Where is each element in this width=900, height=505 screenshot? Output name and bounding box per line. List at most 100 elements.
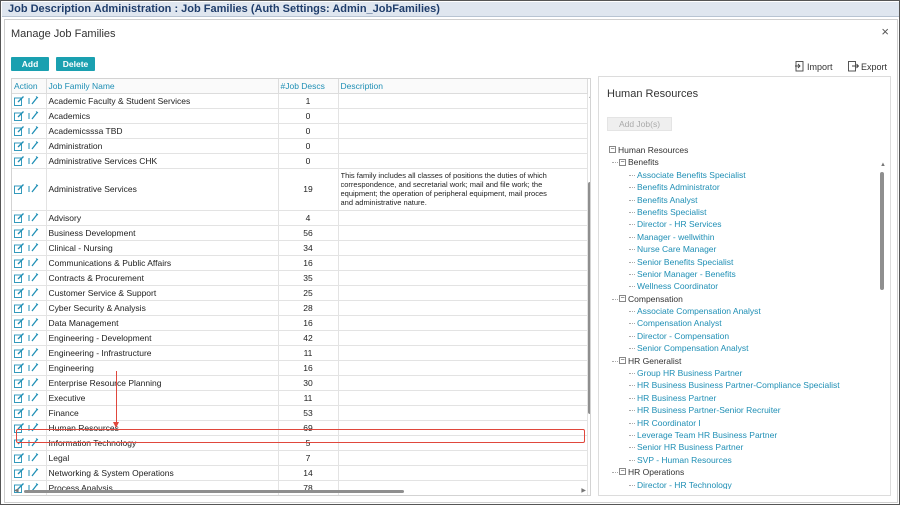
tree-job-item[interactable]: Benefits Administrator (609, 181, 877, 193)
tree-vertical-scrollbar[interactable]: ▲ ▼ (880, 162, 886, 495)
edit-icon[interactable] (14, 257, 25, 268)
job-family-name[interactable]: Finance (46, 405, 279, 421)
view-icon[interactable] (27, 392, 39, 403)
view-icon[interactable] (27, 125, 39, 136)
job-family-name[interactable]: Communications & Public Affairs (46, 255, 279, 271)
job-family-name[interactable]: Academicsssa TBD (46, 123, 279, 139)
table-row[interactable]: Customer Service & Support 25 (12, 285, 588, 301)
job-family-name[interactable]: Academics (46, 108, 279, 124)
scroll-right-icon[interactable]: ▶ (581, 487, 586, 494)
col-description-header[interactable]: Description (338, 79, 588, 94)
view-icon[interactable] (27, 362, 39, 373)
grid-vertical-scrollbar[interactable]: ▲ (588, 94, 590, 492)
edit-icon[interactable] (14, 452, 25, 463)
view-icon[interactable] (27, 377, 39, 388)
tree-job-item[interactable]: Benefits Analyst (609, 194, 877, 206)
edit-icon[interactable] (14, 242, 25, 253)
collapse-icon[interactable]: − (609, 146, 616, 154)
job-family-name[interactable]: Advisory (46, 210, 279, 226)
table-row[interactable]: Enterprise Resource Planning 30 (12, 375, 588, 391)
job-family-name[interactable]: Academic Faculty & Student Services (46, 93, 279, 109)
tree-job-item[interactable]: Compensation Analyst (609, 317, 877, 329)
scroll-up-icon[interactable]: ▲ (588, 94, 590, 100)
table-row[interactable]: Networking & System Operations 14 (12, 465, 588, 481)
table-row[interactable]: Administrative Services CHK 0 (12, 153, 588, 169)
edit-icon[interactable] (14, 437, 25, 448)
view-icon[interactable] (27, 272, 39, 283)
table-row[interactable]: Engineering 16 (12, 360, 588, 376)
edit-icon[interactable] (14, 140, 25, 151)
job-family-name[interactable]: Engineering - Infrastructure (46, 345, 279, 361)
edit-icon[interactable] (14, 347, 25, 358)
edit-icon[interactable] (14, 332, 25, 343)
tree-job-item[interactable]: HR Business Partner-Senior Recruiter (609, 404, 877, 416)
view-icon[interactable] (27, 242, 39, 253)
view-icon[interactable] (27, 467, 39, 478)
collapse-icon[interactable]: − (619, 468, 626, 476)
export-button[interactable]: Export (848, 61, 887, 72)
tree-job-item[interactable]: Benefits Specialist (609, 206, 877, 218)
job-family-name[interactable]: Human Resources (46, 420, 279, 436)
view-icon[interactable] (27, 287, 39, 298)
job-family-name[interactable]: Administration (46, 138, 279, 154)
tree-group-node[interactable]: − HR Operations (609, 466, 877, 478)
tree-job-item[interactable]: Director - HR Services (609, 218, 877, 230)
view-icon[interactable] (27, 257, 39, 268)
grid-horizontal-scrollbar[interactable]: ◀ ▶ (14, 487, 586, 494)
edit-icon[interactable] (14, 467, 25, 478)
table-row[interactable]: Academic Faculty & Student Services 1 (12, 93, 588, 109)
collapse-icon[interactable]: − (619, 356, 626, 364)
table-row[interactable]: Engineering - Development 42 (12, 330, 588, 346)
view-icon[interactable] (27, 422, 39, 433)
close-icon[interactable]: × (881, 24, 889, 39)
tree-job-item[interactable]: Leverage Team HR Business Partner (609, 429, 877, 441)
edit-icon[interactable] (14, 422, 25, 433)
scroll-left-icon[interactable]: ◀ (14, 487, 19, 494)
table-row[interactable]: Academics 0 (12, 108, 588, 124)
tree-job-item[interactable]: HR Coordinator I (609, 417, 877, 429)
add-button[interactable]: Add (11, 57, 49, 71)
job-family-name[interactable]: Data Management (46, 315, 279, 331)
table-row[interactable]: Business Development 56 (12, 225, 588, 241)
add-jobs-button[interactable]: Add Job(s) (607, 117, 672, 131)
edit-icon[interactable] (14, 392, 25, 403)
edit-icon[interactable] (14, 125, 25, 136)
edit-icon[interactable] (14, 287, 25, 298)
tree-job-item[interactable]: Senior Compensation Analyst (609, 342, 877, 354)
edit-icon[interactable] (14, 95, 25, 106)
tree-job-item[interactable]: Senior HR Business Partner (609, 441, 877, 453)
tree-job-item[interactable]: SVP - Human Resources (609, 454, 877, 466)
col-name-header[interactable]: Job Family Name (46, 79, 279, 94)
col-count-header[interactable]: #Job Descs (278, 79, 339, 94)
view-icon[interactable] (27, 212, 39, 223)
job-family-name[interactable]: Business Development (46, 225, 279, 241)
edit-icon[interactable] (14, 302, 25, 313)
view-icon[interactable] (27, 317, 39, 328)
tree-job-item[interactable]: Associate Compensation Analyst (609, 305, 877, 317)
table-row[interactable]: Engineering - Infrastructure 11 (12, 345, 588, 361)
tree-scroll-up-icon[interactable]: ▲ (880, 162, 886, 168)
edit-icon[interactable] (14, 377, 25, 388)
grid-hscroll-thumb[interactable] (24, 490, 404, 493)
col-action-header[interactable]: Action (12, 79, 47, 94)
tree-job-item[interactable]: Wellness Coordinator (609, 280, 877, 292)
edit-icon[interactable] (14, 362, 25, 373)
tree-job-item[interactable]: Senior Benefits Specialist (609, 256, 877, 268)
table-row[interactable]: Administration 0 (12, 138, 588, 154)
view-icon[interactable] (27, 332, 39, 343)
tree-job-item[interactable]: Senior Manager - Benefits (609, 268, 877, 280)
edit-icon[interactable] (14, 184, 25, 194)
edit-icon[interactable] (14, 272, 25, 283)
edit-icon[interactable] (14, 212, 25, 223)
collapse-icon[interactable]: − (619, 294, 626, 302)
table-row[interactable]: Cyber Security & Analysis 28 (12, 300, 588, 316)
job-family-name[interactable]: Engineering (46, 360, 279, 376)
job-family-name[interactable]: Clinical - Nursing (46, 240, 279, 256)
view-icon[interactable] (27, 437, 39, 448)
view-icon[interactable] (27, 95, 39, 106)
tree-group-node[interactable]: − Compensation (609, 293, 877, 305)
table-row[interactable]: Human Resources 69 (12, 420, 588, 436)
tree-job-item[interactable]: HR Business Business Partner-Compliance … (609, 379, 877, 391)
edit-icon[interactable] (14, 317, 25, 328)
tree-job-item[interactable]: Group HR Business Partner (609, 367, 877, 379)
